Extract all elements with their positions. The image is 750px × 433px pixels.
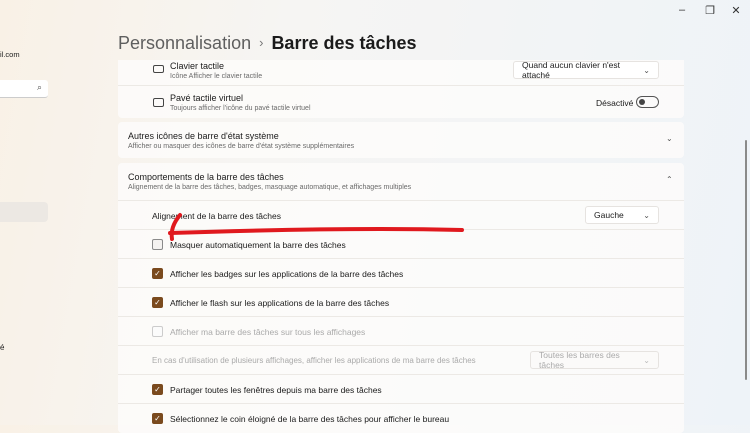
option-row: Afficher ma barre des tâches sur tous le… [118,316,684,345]
touchpad-icon [153,98,164,107]
option-label: Afficher les badges sur les applications… [170,269,404,279]
comportements-subtitle: Alignement de la barre des tâches, badge… [128,184,412,191]
option-label: Partager toutes les fenêtres depuis ma b… [170,385,382,395]
option-row[interactable]: ✓ Afficher les badges sur les application… [118,258,684,287]
breadcrumb: Personnalisation › Barre des tâches [118,33,417,54]
pave-subtitle: Toujours afficher l'icône du pavé tactil… [170,105,311,112]
multi-display-dropdown: Toutes les barres des tâches ⌄ [530,350,659,370]
checkbox-checked[interactable]: ✓ [152,297,163,308]
option-row[interactable]: ✓ Partager toutes les fenêtres depuis ma … [118,374,684,403]
alignment-value: Gauche [594,210,624,220]
option-label: Afficher le flash sur les applications d… [170,298,390,308]
keyboard-icon [153,65,164,73]
minimize-button[interactable]: – [672,4,692,16]
alignment-dropdown[interactable]: Gauche ⌄ [585,206,659,224]
account-email: il.com [0,50,20,59]
autres-icones-card[interactable]: Autres icônes de barre d'état système Aff… [118,122,684,158]
option-row[interactable]: ✓ Sélectionnez le coin éloigné de la barr… [118,403,684,432]
autres-title: Autres icônes de barre d'état système [128,131,279,141]
checkbox-checked[interactable]: ✓ [152,384,163,395]
scrollbar[interactable] [745,140,747,380]
sidebar-text-fragment: é [0,343,5,352]
chevron-down-icon: ⌄ [643,355,650,365]
option-label: Sélectionnez le coin éloigné de la barre… [170,414,450,424]
pave-title: Pavé tactile virtuel [170,93,244,103]
search-input[interactable]: ⌕ [0,80,48,98]
chevron-down-icon: ⌄ [666,134,673,143]
clavier-dropdown-value: Quand aucun clavier n'est attaché [522,60,621,80]
checkbox-checked[interactable]: ✓ [152,268,163,279]
pave-toggle[interactable] [636,96,659,108]
option-label: Afficher ma barre des tâches sur tous le… [170,327,366,337]
search-icon: ⌕ [36,82,42,92]
clavier-dropdown[interactable]: Quand aucun clavier n'est attaché ⌄ [513,60,659,80]
autres-subtitle: Afficher ou masquer des icônes de barre … [128,143,355,150]
multi-display-label: En cas d'utilisation de plusieurs affich… [152,356,476,365]
restore-button[interactable]: ❐ [700,4,720,17]
chevron-up-icon: ⌃ [666,175,673,184]
pave-toggle-label: Désactivé [596,98,634,108]
sidebar-item-personnalisation[interactable] [0,202,48,222]
comportements-header[interactable]: Comportements de la barre des tâches Alig… [118,163,684,200]
chevron-right-icon: › [259,35,264,50]
checkbox-disabled [152,326,163,337]
page-title: Barre des tâches [271,33,417,53]
comportements-title: Comportements de la barre des tâches [128,172,284,182]
clavier-title: Clavier tactile [170,61,225,71]
red-arrow-annotation [168,213,464,241]
comportements-card: Comportements de la barre des tâches Alig… [118,163,684,433]
clavier-subtitle: Icône Afficher le clavier tactile [170,73,263,80]
chevron-down-icon: ⌄ [643,65,650,75]
tray-icons-card: Clavier tactile Icône Afficher le clavier… [118,60,684,118]
multi-display-value: Toutes les barres des tâches [539,350,620,370]
chevron-down-icon: ⌄ [643,210,650,220]
checkbox-checked[interactable]: ✓ [152,413,163,424]
breadcrumb-parent[interactable]: Personnalisation [118,33,251,53]
close-button[interactable]: ✕ [726,4,746,17]
option-row[interactable]: ✓ Afficher le flash sur les applications … [118,287,684,316]
